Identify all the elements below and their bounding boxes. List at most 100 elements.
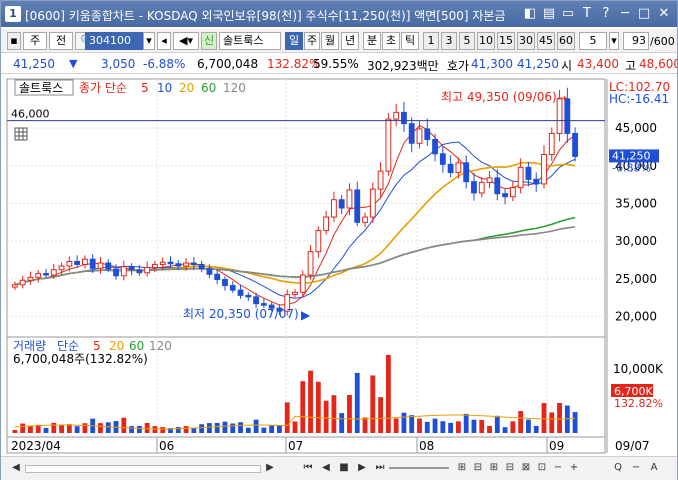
volume-bar [354,372,360,433]
candle [330,199,337,218]
title-bar[interactable]: 1 [0600] 키움종합차트 - KOSDAQ 외국인보유[98(천)] 주식… [1,1,677,27]
period-select[interactable]: 주 [23,32,47,50]
price-value: 41,250 [13,57,55,71]
scroll-left-icon[interactable]: ◀ [9,460,23,476]
chart-area[interactable]: 46,000 솔트룩스 종가 단순 5 10 20 60 120 최고 49,3… [1,75,677,460]
scroll-right-icon[interactable]: ▶ [263,460,277,476]
volume-bar [82,423,88,433]
stop-icon[interactable]: ■ [337,460,351,476]
code-dropdown-icon[interactable]: ▾ [143,32,155,50]
scrollbar-track[interactable] [25,465,261,473]
grid-settings-icon[interactable] [14,127,28,141]
interval-60[interactable]: 60 [557,32,575,50]
last-icon[interactable]: ⏭ [373,460,387,476]
high-value: 48,600 [639,57,678,71]
y-tick-label: 20,000 [615,309,657,323]
volume-bar [269,425,275,433]
candle [509,187,516,198]
interval-30[interactable]: 30 [517,32,535,50]
reset-icon[interactable]: ⊡ [535,460,549,476]
link-icon[interactable]: ◧ [522,6,538,22]
volume-bar [409,415,415,433]
stock-name-field[interactable]: 솔트룩스 [219,32,281,50]
interval-45[interactable]: 45 [537,32,555,50]
shrink-icon[interactable]: ⊟ [503,460,517,476]
window-icon[interactable]: ▭ [560,6,576,22]
period-minute[interactable]: 분 [363,32,381,50]
candle [315,230,322,253]
sound-icon[interactable]: ◀▾ [173,32,199,50]
period-second[interactable]: 초 [382,32,400,50]
candle [525,166,532,180]
x-label-07: 07 [288,439,303,453]
volume-bar [160,427,166,433]
interval-select[interactable]: 5 [579,32,607,50]
toolbar-toggle-icon[interactable]: ▪ [7,32,21,50]
period-day[interactable]: 일 [285,32,303,50]
candle [369,188,376,218]
x-label-08: 08 [419,439,434,453]
zoom-out-icon[interactable]: ⊟ [471,460,485,476]
count-input[interactable]: 93 [623,32,649,50]
help-icon[interactable]: ? [598,6,614,22]
expand-icon[interactable]: ⊞ [487,460,501,476]
volume-bar [28,425,33,433]
chart-svg[interactable]: 46,000 솔트룩스 종가 단순 5 10 20 60 120 최고 49,3… [1,75,677,460]
hc-label: HC:-16.41 [609,92,669,106]
step-back-icon[interactable]: ◀ [319,460,333,476]
candle [74,260,81,265]
search-zoom-icon[interactable]: Q [611,460,625,476]
candle [120,266,127,277]
high-label: 고 [625,59,637,73]
minimize-icon[interactable]: ─ [617,6,633,22]
interval-5[interactable]: 5 [459,32,475,50]
volume-ma-20: 20 [109,339,124,353]
y-tick-label: 45,000 [615,121,657,135]
volume-bar [362,417,368,433]
ma-legend-60: 60 [201,81,216,95]
candle [541,154,547,185]
interval-3[interactable]: 3 [441,32,457,50]
font-icon[interactable]: T [579,6,595,22]
layout-icon[interactable]: ▤ [541,6,557,22]
interval-15[interactable]: 15 [497,32,515,50]
volume-bar [549,412,555,433]
candle [260,303,267,306]
stock-code-input[interactable]: 304100 [85,32,143,50]
play-icon[interactable]: ▶ [355,460,369,476]
period-week[interactable]: 주 [304,32,320,50]
interval-10[interactable]: 10 [477,32,495,50]
close-icon[interactable]: ✕ [656,6,672,22]
candle [416,128,423,144]
candle [307,251,314,276]
prev-stock-icon[interactable]: ◂ [157,32,171,50]
volume-bar [347,394,352,433]
interval-dropdown-icon[interactable]: ▾ [609,32,619,50]
bid-value: 41,300 [471,57,513,71]
interval-1[interactable]: 1 [423,32,439,50]
candle [43,273,49,276]
speed-slider[interactable] [389,467,449,469]
minus-icon[interactable]: − [551,460,565,476]
candle [463,162,470,183]
volume-bar [339,413,345,433]
candle [175,263,182,267]
candle [58,265,65,271]
candle [214,273,221,281]
candle [533,178,540,185]
plus-icon[interactable]: + [567,460,581,476]
fit-icon[interactable]: ⊠ [519,460,533,476]
prev-button[interactable]: 전 [49,32,73,50]
reference-line-label: 46,000 [11,108,50,121]
first-icon[interactable]: ⏮ [301,460,315,476]
period-tick[interactable]: 틱 [401,32,419,50]
x-label-2023-04: 2023/04 [11,439,61,453]
period-month[interactable]: 월 [321,32,339,50]
maximize-icon[interactable]: □ [636,6,652,22]
volume-bar [378,397,384,433]
font-larger-icon[interactable]: A [647,460,661,476]
font-smaller-icon[interactable]: − [629,460,643,476]
price-panel-frame [6,78,606,338]
zoom-in-icon[interactable]: ⊞ [455,460,469,476]
period-year[interactable]: 년 [341,32,359,50]
